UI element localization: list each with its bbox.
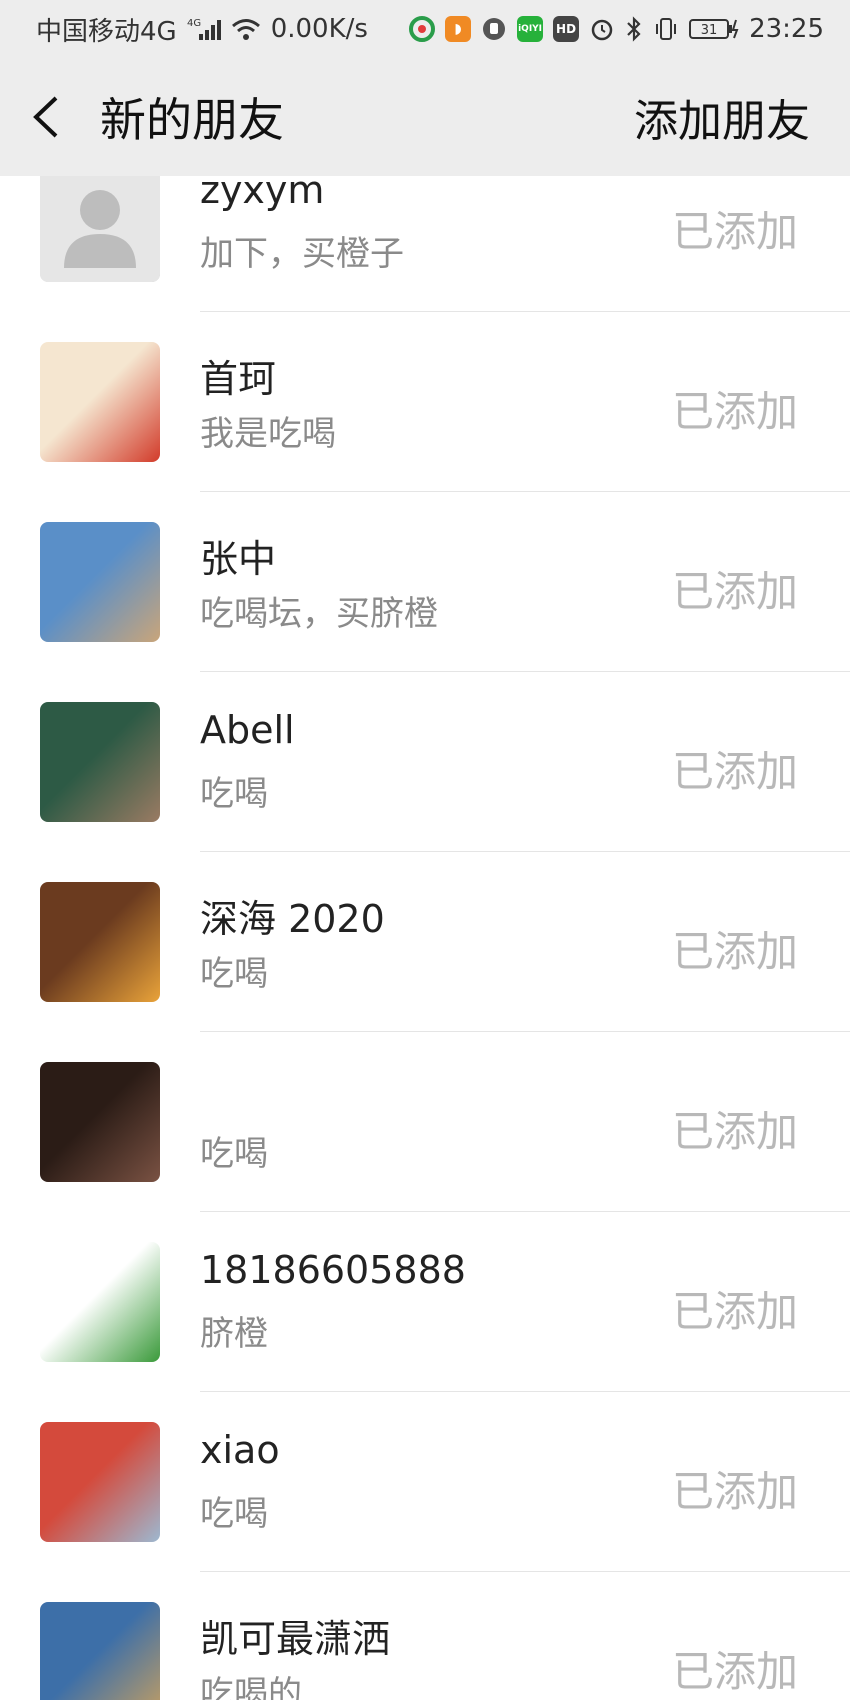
- friend-name: xiao: [200, 1428, 280, 1472]
- status-bar: 中国移动4G 4G 0.00K/s ◗ iQIYI HD 31 23:25: [0, 0, 850, 58]
- status-right: ◗ iQIYI HD 31 23:25: [409, 14, 824, 44]
- added-status-label: 已添加: [671, 567, 798, 616]
- friend-message: 吃喝: [200, 1134, 268, 1174]
- page-title: 新的朋友: [100, 93, 284, 147]
- wifi-icon: [231, 17, 261, 41]
- uc-browser-icon: ◗: [445, 16, 472, 42]
- nav-bar: 新的朋友 添加朋友: [0, 58, 850, 176]
- friend-request-row[interactable]: Abell 吃喝 已添加: [0, 672, 850, 852]
- avatar[interactable]: [40, 176, 160, 282]
- friend-name: 深海 2020: [200, 897, 385, 941]
- add-friend-button[interactable]: 添加朋友: [634, 85, 810, 149]
- friend-name: 首珂: [200, 357, 277, 401]
- status-left: 中国移动4G 4G 0.00K/s: [36, 11, 368, 48]
- friend-request-row[interactable]: 深海 2020 吃喝 已添加: [0, 852, 850, 1032]
- added-status-label: 已添加: [671, 1287, 798, 1336]
- friend-message: 吃喝: [200, 954, 268, 994]
- friend-request-row[interactable]: 首珂我是吃喝 已添加: [0, 312, 850, 492]
- friend-request-row[interactable]: xiao 吃喝 已添加: [0, 1392, 850, 1572]
- friend-message: 我是吃喝: [200, 414, 336, 454]
- friend-message: 脐橙: [200, 1314, 268, 1354]
- added-status-label: 已添加: [671, 1467, 798, 1516]
- avatar[interactable]: [40, 1602, 160, 1700]
- avatar[interactable]: [40, 1422, 160, 1542]
- avatar[interactable]: [40, 882, 160, 1002]
- friend-name: Abell: [200, 708, 295, 752]
- friend-message: 吃喝: [200, 1494, 268, 1534]
- friend-name: 18186605888: [200, 1248, 466, 1292]
- friend-request-row[interactable]: 凯可最潇洒吃喝的 已添加: [0, 1572, 850, 1700]
- added-status-label: 已添加: [671, 1107, 798, 1156]
- avatar[interactable]: [40, 1062, 160, 1182]
- hd-icon: HD: [553, 16, 580, 42]
- iqiyi-icon: iQIYI: [517, 16, 544, 42]
- net-speed-label: 0.00K/s: [270, 14, 368, 44]
- bluetooth-icon: [625, 16, 643, 42]
- avatar[interactable]: [40, 342, 160, 462]
- friend-name: 张中: [200, 537, 277, 581]
- added-status-label: 已添加: [671, 747, 798, 796]
- avatar[interactable]: [40, 522, 160, 642]
- friend-request-list: zyxym 加下，买橙子 已添加 首珂 我是吃喝 已添加 张中 吃喝坛，买脐橙 已添加 Abell…: [0, 176, 850, 1700]
- signal-icon: 4G: [187, 16, 221, 42]
- added-status-label: 已添加: [671, 387, 798, 436]
- added-status-label: 已添加: [671, 927, 798, 976]
- friend-message: 吃喝坛，买脐橙: [200, 594, 438, 634]
- hand-icon: [481, 16, 507, 42]
- clock-label: 23:25: [749, 14, 824, 44]
- signal-4g-label: 4G: [187, 18, 201, 29]
- friend-name: zyxym: [200, 176, 325, 212]
- vibrate-icon: [653, 16, 679, 42]
- friend-message: 吃喝的: [200, 1674, 302, 1700]
- friend-request-row[interactable]: 吃喝 已添加: [0, 1032, 850, 1212]
- avatar[interactable]: [40, 702, 160, 822]
- back-arrow-icon[interactable]: [30, 92, 70, 142]
- friend-request-row[interactable]: 张中吃喝坛，买脐橙 已添加: [0, 492, 850, 672]
- carrier-label: 中国移动4G: [36, 16, 177, 47]
- friend-message: 吃喝: [200, 774, 268, 814]
- battery-icon: 31: [689, 16, 739, 42]
- friend-message: 加下，买橙子: [200, 234, 404, 274]
- friend-request-row[interactable]: zyxym 加下，买橙子 已添加: [0, 176, 850, 312]
- avatar[interactable]: [40, 1242, 160, 1362]
- default-avatar-icon: [40, 176, 160, 282]
- battery-level: 31: [701, 23, 718, 38]
- browser-app-icon: [409, 16, 436, 42]
- friend-request-list-inner: zyxym 加下，买橙子 已添加 首珂 我是吃喝 已添加 张中 吃喝坛，买脐橙 已添加 Abell…: [0, 176, 850, 1700]
- alarm-icon: [589, 16, 615, 42]
- added-status-label: 已添加: [671, 207, 798, 256]
- friend-name: 凯可最潇洒: [200, 1617, 391, 1661]
- added-status-label: 已添加: [671, 1647, 798, 1696]
- friend-request-row[interactable]: 18186605888 脐橙 已添加: [0, 1212, 850, 1392]
